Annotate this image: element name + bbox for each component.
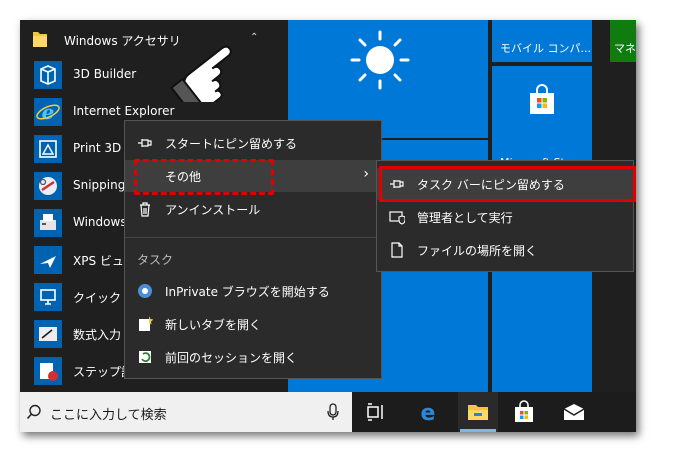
menu-item-uninstall[interactable]: アンインストール (125, 193, 381, 225)
search-icon (26, 404, 41, 420)
tile-label: モバイル コンパ... (500, 42, 591, 55)
highlight-more (134, 159, 274, 195)
edge-icon[interactable]: e (416, 400, 440, 424)
menu-item-inprivate[interactable]: InPrivate ブラウズを開始する (125, 275, 381, 307)
pointing-hand-cursor (170, 45, 232, 102)
mobile-companion-tile[interactable]: モバイル コンパ... (492, 20, 592, 62)
search-box[interactable]: ここに入力して検索 (20, 392, 352, 432)
search-placeholder: ここに入力して検索 (50, 408, 167, 423)
quick-assist-icon (34, 283, 62, 311)
app-label: 数式入力 (73, 328, 122, 342)
microsoft-store-tile[interactable]: Microsoft Store (492, 66, 592, 169)
chevron-right-icon: › (363, 166, 369, 182)
new-tab-icon (139, 316, 153, 331)
screenshot-frame: Windows アクセサリ ⌃ 3D Builder e Internet Ex… (20, 20, 636, 432)
menu-item-label: 前回のセッションを開く (165, 351, 298, 365)
file-explorer-icon (468, 405, 488, 420)
menu-item-run-as-admin[interactable]: 管理者として実行 (377, 201, 633, 233)
menu-item-label: 新しいタブを開く (165, 318, 262, 332)
app-label: 3D Builder (73, 67, 137, 81)
xps-viewer-icon (34, 246, 62, 274)
tile-label: マネ (614, 42, 636, 55)
app-label: Internet Explorer (73, 104, 175, 118)
shield-icon (389, 211, 405, 225)
internet-explorer-icon: e (34, 98, 62, 126)
menu-item-pin-start[interactable]: スタートにピン留めする (125, 127, 381, 159)
task-view-icon[interactable] (364, 400, 388, 424)
menu-item-reopen-session[interactable]: 前回のセッションを開く (125, 341, 381, 373)
windows-fax-icon (34, 209, 62, 237)
menu-item-label: InPrivate ブラウズを開始する (165, 285, 330, 299)
menu-item-label: ファイルの場所を開く (417, 244, 538, 258)
folder-icon (33, 32, 47, 47)
group-label: Windows アクセサリ (64, 34, 181, 48)
menu-item-label: アンインストール (165, 203, 261, 217)
menu-divider (125, 237, 381, 238)
app-label: Windows (73, 215, 127, 229)
file-icon (391, 242, 403, 258)
svg-text:e: e (42, 100, 55, 124)
highlight-pin-taskbar (379, 166, 636, 202)
snipping-tool-icon (34, 172, 62, 200)
menu-item-open-location[interactable]: ファイルの場所を開く (377, 234, 633, 266)
menu-item-label: 管理者として実行 (417, 211, 513, 225)
store-bag-icon (530, 84, 554, 114)
tasks-section-header: タスク (137, 253, 174, 267)
file-explorer-button[interactable] (458, 392, 498, 432)
app-label: Print 3D (73, 141, 122, 155)
3d-builder-icon (34, 61, 62, 89)
active-indicator (460, 429, 496, 432)
reopen-session-icon (139, 351, 151, 363)
sun-icon (350, 30, 410, 90)
steps-recorder-icon (34, 357, 62, 385)
taskbar: ここに入力して検索 e (20, 392, 636, 432)
app-label: Snipping (73, 178, 126, 192)
math-input-icon (34, 320, 62, 348)
microphone-icon[interactable] (326, 403, 340, 421)
trash-icon (140, 202, 150, 217)
inprivate-icon (138, 284, 152, 298)
svg-text:e: e (421, 401, 436, 424)
print-3d-icon (34, 135, 62, 163)
menu-item-label: スタートにピン留めする (165, 137, 298, 151)
store-icon[interactable] (512, 400, 536, 424)
chevron-up-icon[interactable]: ⌃ (250, 32, 258, 43)
mail-icon[interactable] (562, 400, 586, 424)
menu-item-new-tab[interactable]: 新しいタブを開く (125, 308, 381, 340)
money-tile[interactable]: マネ (610, 20, 636, 62)
pin-icon (138, 139, 152, 147)
